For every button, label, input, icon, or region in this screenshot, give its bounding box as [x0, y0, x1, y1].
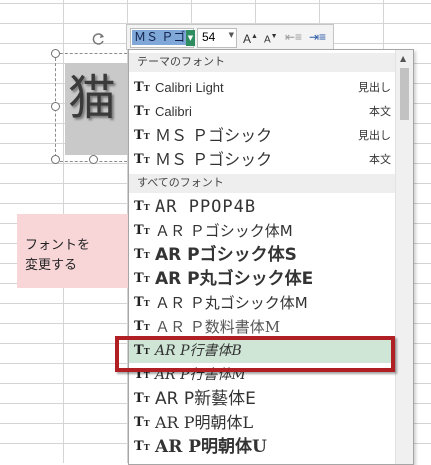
font-item[interactable]: TT AR PPOP4B [129, 195, 395, 219]
font-item-name: AR Pゴシック体S [155, 245, 297, 265]
truetype-icon: TT [134, 223, 150, 238]
truetype-icon: TT [134, 439, 150, 454]
font-item[interactable]: TT AR P明朝体U [129, 435, 395, 459]
font-dropdown-arrow-icon[interactable]: ▼ [186, 30, 195, 46]
font-dropdown-list: テーマのフォント TT Calibri Light 見出し TT Calibri… [128, 49, 414, 465]
font-item-name: ＡＲ Ｐゴシック体M [155, 222, 293, 240]
font-item[interactable]: TT Calibri 本文 [129, 100, 395, 124]
font-size-value: 54 [202, 30, 216, 44]
rotate-handle-icon[interactable] [92, 31, 106, 45]
font-item[interactable]: TT ＡＲ Ｐゴシック体M [129, 219, 395, 243]
resize-handle-top-left[interactable] [51, 49, 60, 58]
font-size-combobox[interactable]: 54 ▼ [197, 28, 237, 48]
theme-fonts-header: テーマのフォント [129, 53, 395, 72]
grow-font-label: A [243, 32, 252, 46]
font-item-name: AR P丸ゴシック体E [155, 269, 314, 289]
font-item-name: AR P明朝体U [155, 437, 267, 457]
font-item[interactable]: TT AR Pゴシック体S [129, 243, 395, 267]
font-item-name: AR P明朝体L [155, 413, 254, 432]
font-item-name: ＡＲ Ｐ丸ゴシック体M [155, 294, 308, 312]
font-item-name: ＭＳ Ｐゴシック [155, 150, 273, 169]
font-name-value: ＭＳ Ｐゴ [132, 30, 188, 45]
resize-handle-bottom-left[interactable] [51, 155, 60, 164]
font-item-category: 見出し [358, 130, 391, 142]
resize-handle-bottom[interactable] [89, 155, 98, 164]
truetype-icon: TT [134, 247, 150, 262]
increase-indent-icon[interactable]: ⇥≡ [309, 28, 326, 46]
mini-toolbar: ＭＳ Ｐゴ ▼ 54 ▼ A▲ A▼ ⇤≡ ⇥≡ [126, 24, 334, 50]
annotation-line-1: フォントを [25, 237, 91, 252]
truetype-icon: TT [134, 80, 150, 95]
font-item-name: AR PPOP4B [155, 197, 257, 217]
shrink-font-button[interactable]: A▼ [264, 28, 278, 46]
annotation-line-2: 変更する [25, 257, 78, 272]
truetype-icon: TT [134, 295, 150, 310]
font-item[interactable]: TT AR P明朝体L [129, 411, 395, 435]
truetype-icon: TT [134, 128, 150, 143]
font-item[interactable]: TT AR P丸ゴシック体E [129, 267, 395, 291]
font-item[interactable]: TT ＭＳ Ｐゴシック 本文 [129, 148, 395, 172]
font-size-dropdown-icon[interactable]: ▼ [229, 31, 234, 39]
truetype-icon: TT [134, 415, 150, 430]
grow-font-button[interactable]: A▲ [243, 28, 258, 46]
shrink-font-label: A [264, 34, 271, 46]
highlight-callout-box [115, 336, 395, 372]
truetype-icon: TT [134, 152, 150, 167]
font-item-name: ＭＳ Ｐゴシック [155, 126, 273, 145]
selected-text-box[interactable]: 猫 [51, 49, 132, 164]
annotation-callout: フォントを 変更する [17, 214, 129, 288]
font-item[interactable]: TT ＭＳ Ｐゴシック 見出し [129, 124, 395, 148]
font-item[interactable]: TT ＡＲ Ｐ丸ゴシック体M [129, 291, 395, 315]
font-item-category: 本文 [369, 154, 391, 166]
dropdown-scrollbar[interactable]: ▲ [395, 50, 413, 464]
font-item-name: Calibri Light [155, 80, 224, 95]
truetype-icon: TT [134, 319, 150, 334]
font-item-category: 見出し [358, 82, 391, 94]
resize-handle-left[interactable] [51, 102, 60, 111]
scroll-up-arrow-icon[interactable]: ▲ [400, 54, 406, 63]
font-item[interactable]: TT Calibri Light 見出し [129, 76, 395, 100]
font-item-name: Calibri [155, 104, 192, 119]
font-item-name: AR P新藝体E [155, 389, 256, 409]
truetype-icon: TT [134, 199, 150, 214]
font-item[interactable]: TT AR P新藝体E [129, 387, 395, 411]
text-box-glyph: 猫 [68, 70, 117, 126]
truetype-icon: TT [134, 104, 150, 119]
truetype-icon: TT [134, 391, 150, 406]
truetype-icon: TT [134, 271, 150, 286]
font-item-category: 本文 [369, 106, 391, 118]
decrease-indent-icon[interactable]: ⇤≡ [285, 28, 302, 46]
scrollbar-thumb[interactable] [400, 68, 409, 120]
all-fonts-header: すべてのフォント [129, 174, 395, 193]
font-name-combobox[interactable]: ＭＳ Ｐゴ ▼ [130, 28, 195, 48]
